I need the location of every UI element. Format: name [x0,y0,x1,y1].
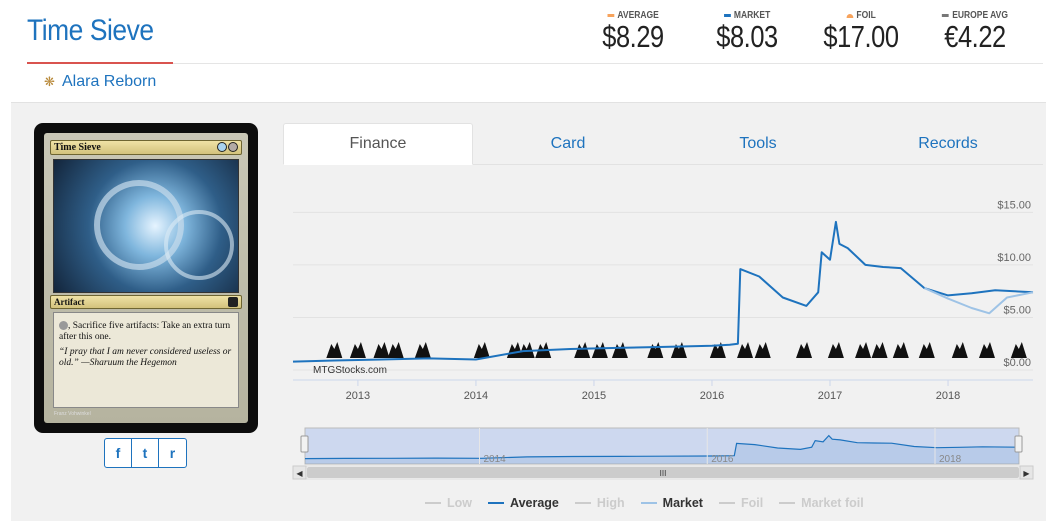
price-average-value: $8.29 [602,19,664,54]
card-flavor-text: “I pray that I am never considered usele… [59,347,232,368]
average-dash-icon [607,14,614,17]
series-line-average [292,220,1034,363]
set-release-marker-icon[interactable] [951,342,968,358]
set-rarity-icon [228,297,238,307]
y-tick-label: $0.00 [1003,357,1031,369]
scroll-right-arrow-icon: ▶ [1023,469,1030,478]
set-release-marker-icon[interactable] [871,342,888,358]
price-summary: AVERAGE $8.29 MARKET $8.03 FOIL $17.00 E… [576,10,1032,55]
scroll-left-arrow-icon: ◀ [296,469,303,478]
legend-average[interactable]: Average [488,496,559,510]
tab-records[interactable]: Records [853,123,1043,165]
price-foil: FOIL $17.00 [804,10,918,55]
navigator-tick-label: 2016 [711,454,734,465]
tab-tools[interactable]: Tools [663,123,853,165]
legend-market-foil[interactable]: Market foil [779,496,864,510]
price-market: MARKET $8.03 [690,10,804,55]
card-type-bar: Artifact [50,295,242,309]
market-dash-icon [723,14,731,17]
chart-legend: Low Average High Market Foil Market foil [425,496,864,510]
set-release-marker-icon[interactable] [574,342,591,358]
card-image[interactable]: Time Sieve Artifact , Sacrifice five art… [34,123,258,433]
twitter-share-button[interactable]: t [132,439,159,467]
set-release-marker-icon[interactable] [796,342,813,358]
card-rules-text: , Sacrifice five artifacts: Take an extr… [59,321,231,342]
price-average: AVERAGE $8.29 [576,10,690,55]
price-europe-value: €4.22 [944,19,1006,54]
set-release-marker-icon[interactable] [670,342,687,358]
facebook-share-button[interactable]: f [105,439,132,467]
tab-card[interactable]: Card [473,123,663,165]
blue-mana-icon [217,142,227,152]
set-link-label: Alara Reborn [62,73,157,90]
set-release-marker-icon[interactable] [737,342,754,358]
card-artist: Franz Vohwinkel [54,411,91,417]
navigator-tick-label: 2018 [939,454,962,465]
reddit-share-button[interactable]: r [159,439,186,467]
card-text-box: , Sacrifice five artifacts: Take an extr… [53,312,239,408]
legend-foil[interactable]: Foil [718,496,763,510]
set-release-marker-icon[interactable] [827,342,844,358]
tap-symbol-icon [59,321,68,331]
price-foil-value: $17.00 [823,19,899,54]
set-release-marker-icon[interactable] [349,342,366,358]
set-release-marker-icon[interactable] [387,342,404,358]
card-art [53,159,239,293]
x-tick-label: 2018 [936,390,960,402]
set-release-marker-icon[interactable] [473,342,490,358]
tab-finance[interactable]: Finance [283,123,473,165]
y-tick-label: $15.00 [997,199,1031,211]
header-divider [173,63,1043,64]
mana-cost [217,142,238,152]
share-buttons: f t r [104,438,187,468]
set-release-marker-icon[interactable] [978,342,995,358]
title-underline [27,62,173,64]
y-tick-label: $5.00 [1003,304,1031,316]
set-link[interactable]: ❋ Alara Reborn [44,73,156,91]
card-title: Time Sieve [27,14,154,47]
card-image-name: Time Sieve [54,142,101,153]
navigator-right-handle[interactable] [1014,435,1023,453]
set-release-marker-icon[interactable] [591,342,608,358]
black-mana-icon [228,142,238,152]
legend-low[interactable]: Low [425,496,472,510]
set-release-marker-icon[interactable] [326,342,343,358]
legend-high[interactable]: High [574,496,625,510]
set-release-marker-icon[interactable] [611,342,628,358]
set-release-marker-icon[interactable] [855,342,872,358]
set-release-marker-icon[interactable] [647,342,664,358]
set-release-marker-icon[interactable] [918,342,935,358]
chart-credit: MTGStocks.com [313,365,387,376]
page-header: Time Sieve ❋ Alara Reborn AVERAGE $8.29 … [0,0,1046,100]
navigator-tick-label: 2014 [484,454,507,465]
price-europe: EUROPE AVG €4.22 [918,10,1032,55]
price-chart[interactable]: $15.00 $10.00 $5.00 $0.00 2013 2014 2015 2016 20… [283,166,1043,521]
navigator-left-handle[interactable] [300,435,309,453]
card-type-line: Artifact [54,297,85,307]
x-tick-label: 2015 [582,390,606,402]
card-name-bar: Time Sieve [50,140,242,155]
set-release-marker-icon[interactable] [892,342,909,358]
set-symbol-icon: ❋ [44,74,55,89]
set-release-marker-icon[interactable] [754,342,771,358]
x-tick-label: 2014 [464,390,488,402]
x-tick-label: 2017 [818,390,842,402]
foil-dash-icon [846,13,854,18]
scrollbar-grip-icon: III [660,469,667,478]
price-chart-svg[interactable]: $15.00 $10.00 $5.00 $0.00 2013 2014 2015 2016 20… [283,166,1043,491]
set-release-marker-icon[interactable] [414,342,431,358]
tab-bar: Finance Card Tools Records [283,123,1043,165]
y-tick-label: $10.00 [997,252,1031,264]
x-tick-label: 2013 [346,390,370,402]
set-release-marker-icon[interactable] [1010,342,1027,358]
price-market-value: $8.03 [716,19,778,54]
europe-dash-icon [942,14,949,17]
set-release-marker-icon[interactable] [373,342,390,358]
legend-market[interactable]: Market [640,496,703,510]
x-tick-label: 2016 [700,390,724,402]
